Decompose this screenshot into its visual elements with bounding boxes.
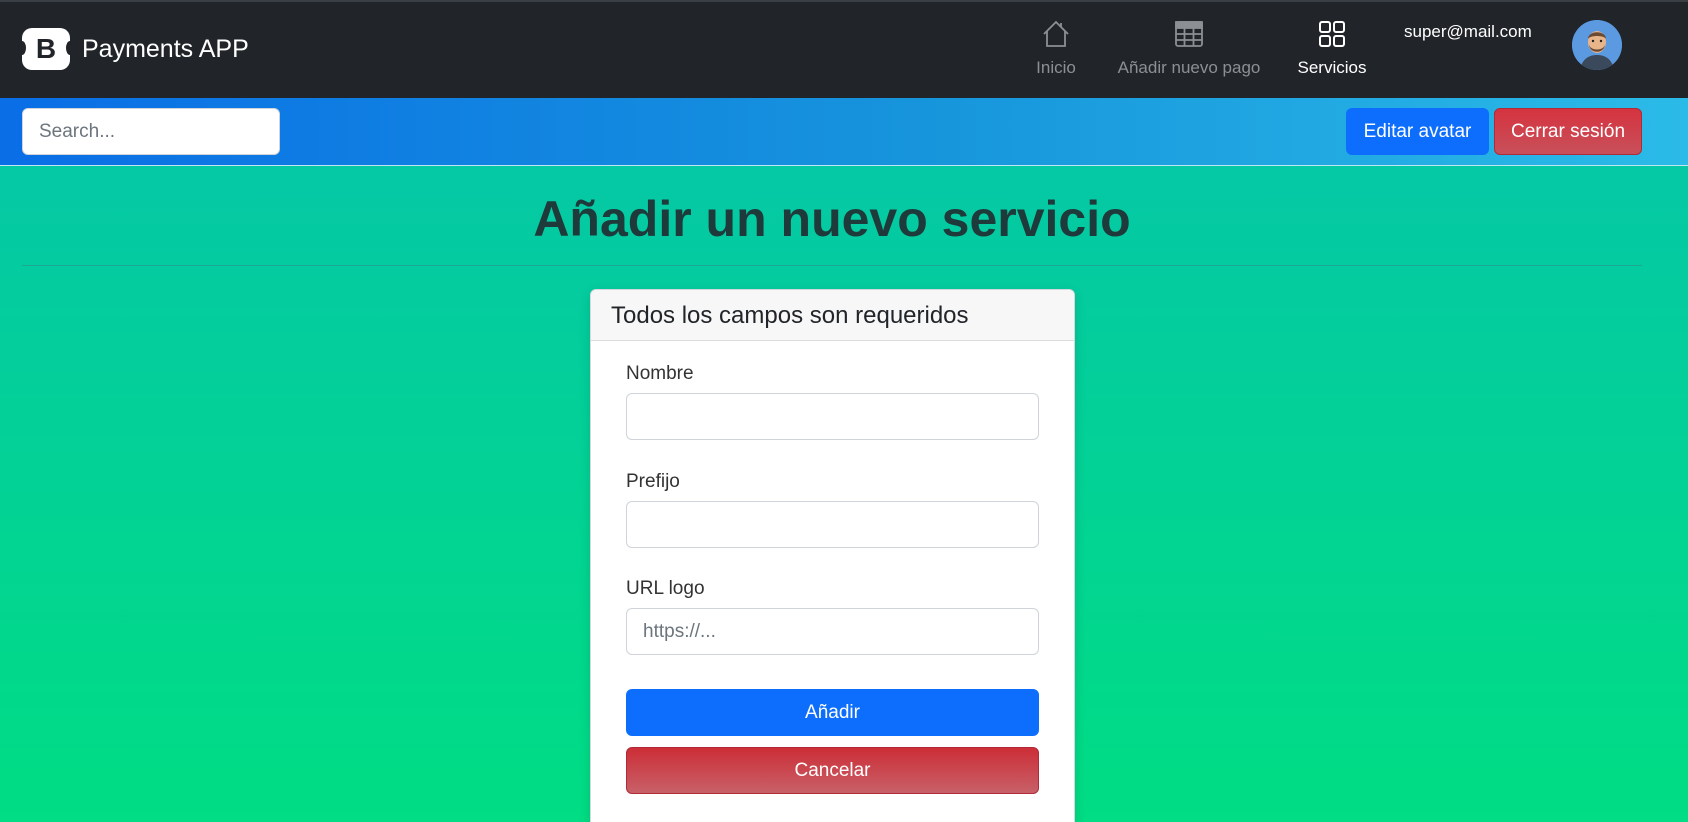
nav-label-servicios: Servicios	[1297, 58, 1367, 77]
user-avatar-icon	[1572, 20, 1622, 70]
edit-avatar-button[interactable]: Editar avatar	[1346, 108, 1489, 155]
bootstrap-logo-icon: B	[18, 28, 74, 70]
name-input[interactable]	[626, 393, 1039, 440]
search-input[interactable]	[22, 108, 280, 155]
logout-button[interactable]: Cerrar sesión	[1494, 108, 1642, 155]
prefix-label: Prefijo	[626, 471, 680, 492]
grid-icon	[1319, 21, 1345, 47]
nav-item-add-payment[interactable]: Añadir nuevo pago	[1114, 18, 1264, 78]
brand[interactable]: B Payments APP	[18, 28, 249, 70]
logo-url-input[interactable]	[626, 608, 1039, 655]
avatar[interactable]	[1572, 20, 1622, 70]
name-label: Nombre	[626, 363, 694, 384]
user-email: super@mail.com	[1404, 22, 1532, 41]
nav-item-servicios[interactable]: Servicios	[1292, 18, 1372, 78]
card-header: Todos los campos son requeridos	[591, 290, 1074, 341]
main-content: Añadir un nuevo servicio Todos los campo…	[0, 166, 1688, 822]
brand-letter: B	[35, 33, 57, 64]
divider	[22, 265, 1642, 266]
logo-url-label: URL logo	[626, 578, 705, 599]
nav-label-inicio: Inicio	[1036, 58, 1076, 77]
nav-label-add-payment: Añadir nuevo pago	[1117, 58, 1261, 77]
new-service-form-card: Todos los campos son requeridos Nombre P…	[590, 289, 1075, 822]
page-title: Añadir un nuevo servicio	[533, 191, 1131, 247]
brand-name: Payments APP	[82, 34, 249, 63]
toolbar: Editar avatar Cerrar sesión	[0, 98, 1688, 166]
cancel-button[interactable]: Cancelar	[626, 747, 1039, 794]
house-icon	[1043, 20, 1069, 47]
table-icon	[1175, 21, 1203, 47]
add-button[interactable]: Añadir	[626, 689, 1039, 736]
prefix-input[interactable]	[626, 501, 1039, 548]
top-navbar: B Payments APP Inicio Añadir nuevo pago	[0, 0, 1688, 98]
nav-item-inicio[interactable]: Inicio	[1026, 18, 1086, 78]
